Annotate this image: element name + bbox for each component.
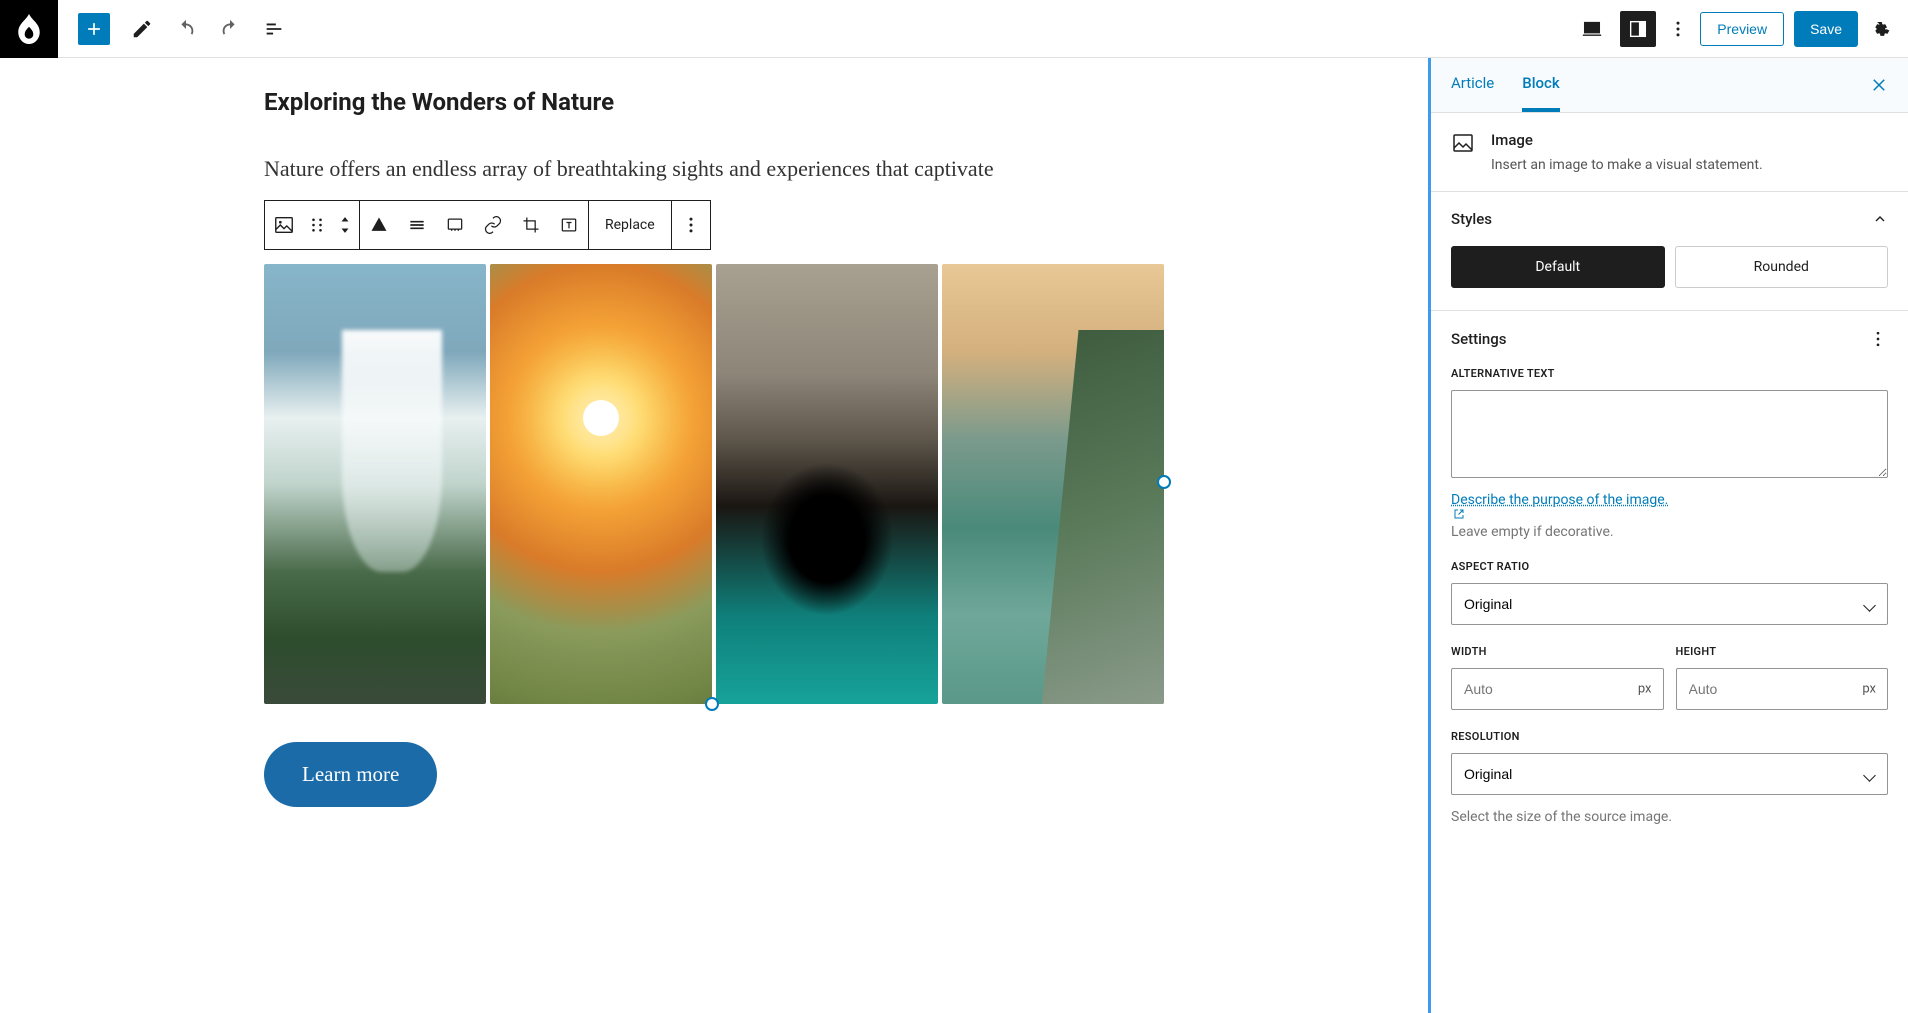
list-icon	[263, 18, 285, 40]
undo-icon	[175, 18, 197, 40]
alt-text-label: ALTERNATIVE TEXT	[1451, 367, 1888, 380]
resolution-select[interactable]: Original	[1451, 753, 1888, 795]
drupal-icon	[16, 14, 42, 44]
drag-handle[interactable]	[303, 201, 331, 249]
block-more-button[interactable]	[672, 201, 710, 249]
close-sidebar-button[interactable]	[1870, 76, 1888, 94]
alt-text-input[interactable]	[1451, 390, 1888, 478]
image-icon	[273, 214, 295, 236]
preview-button[interactable]: Preview	[1700, 12, 1784, 46]
caption-icon	[445, 215, 465, 235]
view-desktop-button[interactable]	[1574, 11, 1610, 47]
image-pane-bay	[942, 264, 1164, 704]
height-input[interactable]	[1676, 668, 1889, 710]
more-vertical-icon	[1868, 329, 1888, 349]
image-block[interactable]	[264, 264, 1164, 704]
block-type-button[interactable]	[265, 201, 303, 249]
width-button[interactable]	[398, 201, 436, 249]
undo-button[interactable]	[174, 17, 198, 41]
alt-help-link[interactable]: Describe the purpose of the image.	[1451, 492, 1888, 520]
alt-help-text: Leave empty if decorative.	[1451, 524, 1888, 540]
chevron-up-icon	[1872, 211, 1888, 227]
align-icon	[369, 215, 389, 235]
width-icon	[407, 215, 427, 235]
redo-button[interactable]	[218, 17, 242, 41]
save-button[interactable]: Save	[1794, 11, 1858, 47]
tab-block[interactable]: Block	[1522, 58, 1559, 112]
image-pane-waterfall	[264, 264, 486, 704]
crop-button[interactable]	[512, 201, 550, 249]
settings-button[interactable]	[1868, 17, 1892, 41]
image-icon	[1451, 131, 1475, 155]
resize-handle-right[interactable]	[1157, 475, 1171, 489]
alt-help-link-text: Describe the purpose of the image.	[1451, 492, 1668, 508]
more-vertical-icon	[681, 215, 701, 235]
settings-heading: Settings	[1451, 330, 1507, 348]
link-icon	[483, 215, 503, 235]
learn-more-button[interactable]: Learn more	[264, 742, 437, 807]
align-button[interactable]	[360, 201, 398, 249]
aspect-ratio-select[interactable]: Original	[1451, 583, 1888, 625]
external-link-icon	[1453, 508, 1465, 520]
plus-icon	[84, 19, 104, 39]
sidebar-icon	[1627, 18, 1649, 40]
block-summary: Image Insert an image to make a visual s…	[1431, 113, 1908, 192]
move-buttons[interactable]	[331, 201, 359, 249]
gear-icon	[1869, 18, 1891, 40]
more-vertical-icon	[1668, 19, 1688, 39]
redo-icon	[219, 18, 241, 40]
page-title[interactable]: Exploring the Wonders of Nature	[264, 88, 1164, 116]
style-rounded-button[interactable]: Rounded	[1675, 246, 1889, 288]
drag-icon	[310, 216, 324, 234]
text-box-icon	[559, 215, 579, 235]
add-block-button[interactable]	[78, 13, 110, 45]
height-label: HEIGHT	[1676, 645, 1889, 658]
resolution-help: Select the size of the source image.	[1431, 805, 1908, 845]
styles-panel-toggle[interactable]: Styles	[1431, 192, 1908, 246]
close-icon	[1870, 76, 1888, 94]
block-description: Insert an image to make a visual stateme…	[1491, 157, 1763, 173]
move-up-down-icon	[338, 214, 352, 236]
app-logo[interactable]	[0, 0, 58, 58]
sidebar-toggle-button[interactable]	[1620, 11, 1656, 47]
link-button[interactable]	[474, 201, 512, 249]
style-default-button[interactable]: Default	[1451, 246, 1665, 288]
image-content	[264, 264, 1164, 704]
block-name: Image	[1491, 131, 1763, 149]
height-unit: px	[1862, 682, 1876, 697]
paragraph-block[interactable]: Nature offers an endless array of breath…	[264, 156, 1164, 182]
caption-button[interactable]	[436, 201, 474, 249]
replace-button[interactable]: Replace	[589, 217, 671, 233]
crop-icon	[521, 215, 541, 235]
tab-article[interactable]: Article	[1451, 58, 1494, 112]
settings-more-button[interactable]	[1868, 329, 1888, 349]
settings-sidebar: Article Block Image Insert an image to m…	[1428, 58, 1908, 1013]
width-unit: px	[1638, 682, 1652, 697]
text-overlay-button[interactable]	[550, 201, 588, 249]
image-pane-sunset	[490, 264, 712, 704]
pencil-icon	[131, 18, 153, 40]
width-input[interactable]	[1451, 668, 1664, 710]
aspect-ratio-label: ASPECT RATIO	[1451, 560, 1888, 573]
options-button[interactable]	[1666, 17, 1690, 41]
image-pane-cave	[716, 264, 938, 704]
width-label: WIDTH	[1451, 645, 1664, 658]
top-toolbar: Preview Save	[0, 0, 1908, 58]
block-toolbar: Replace	[264, 200, 711, 250]
document-outline-button[interactable]	[262, 17, 286, 41]
tools-button[interactable]	[130, 17, 154, 41]
desktop-icon	[1581, 18, 1603, 40]
resize-handle-bottom[interactable]	[705, 697, 719, 711]
styles-heading: Styles	[1451, 210, 1492, 228]
resolution-label: RESOLUTION	[1451, 730, 1888, 743]
